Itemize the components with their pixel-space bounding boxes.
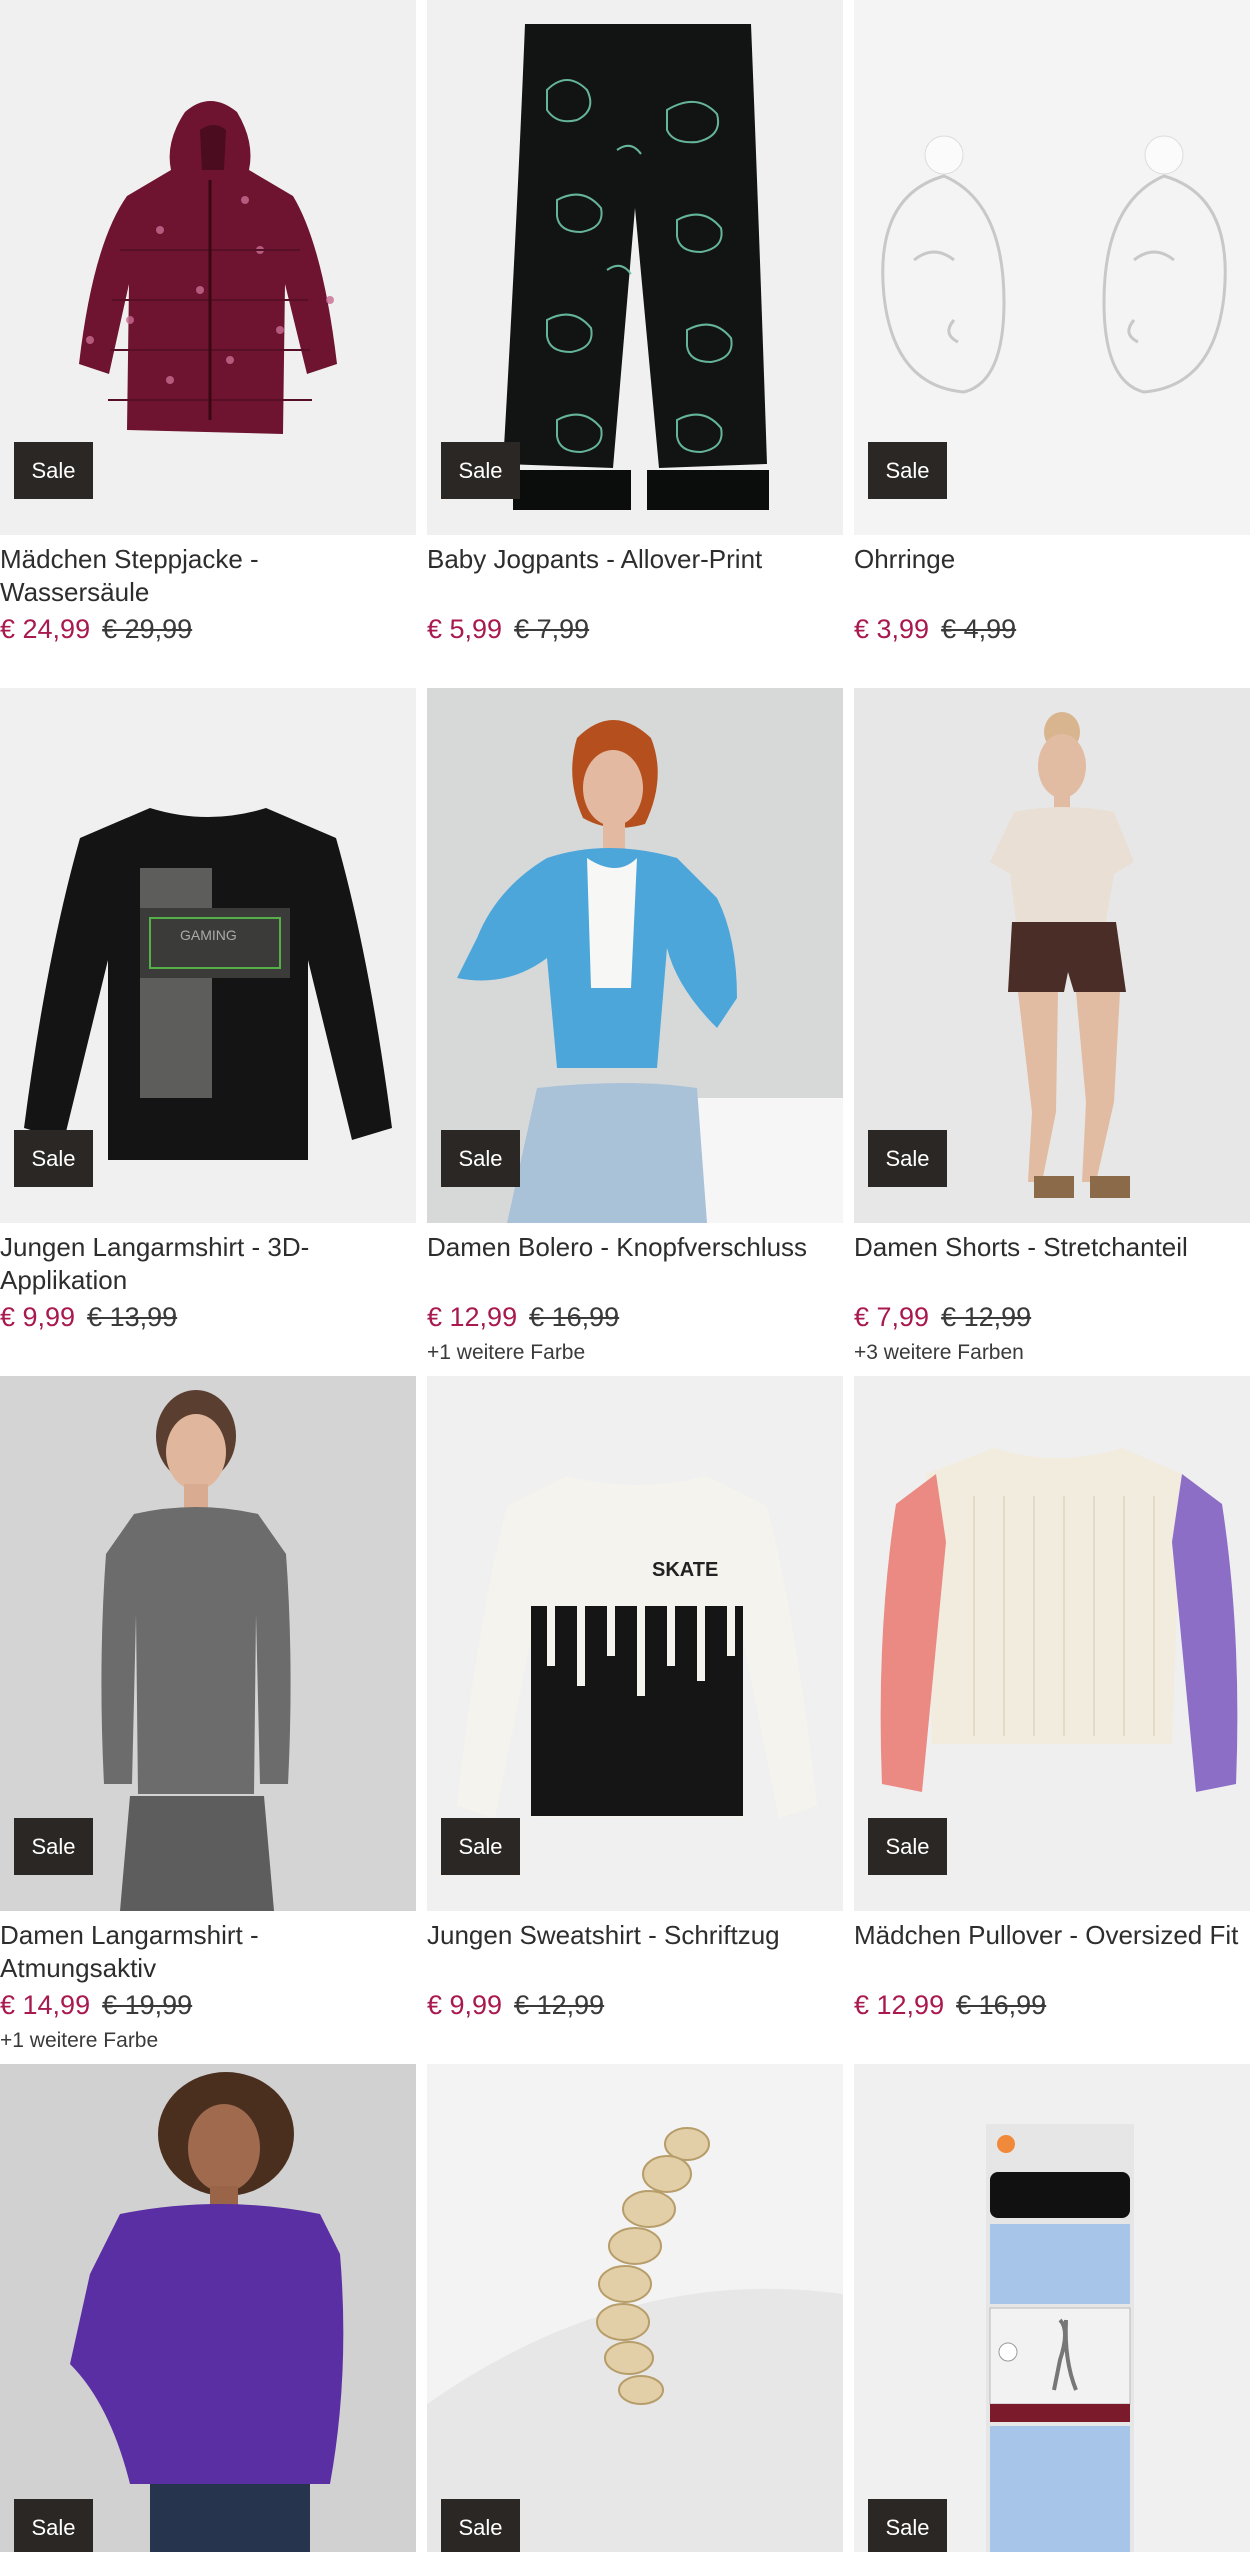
sale-badge: Sale [868,2499,947,2552]
product-title[interactable]: Ohrringe [854,543,1250,609]
sale-badge: Sale [441,1130,520,1187]
product-card[interactable]: GAMING Sale Jungen Langarmshirt - 3D-App… [0,688,416,1376]
more-colors-note[interactable]: +1 weitere Farbe [427,1338,843,1368]
original-price: € 13,99 [87,1302,178,1332]
original-price: € 19,99 [102,1990,193,2020]
sale-price: € 3,99 [854,614,930,644]
price-row: € 5,99 € 7,99 [427,612,843,646]
product-image[interactable]: Sale [854,0,1250,535]
product-title[interactable]: Damen Bolero - Knopfverschluss [427,1231,843,1297]
sale-badge: Sale [14,2499,93,2552]
price-row: € 9,99 € 12,99 [427,1988,843,2022]
product-image[interactable]: GAMING Sale [0,688,416,1223]
product-card[interactable]: Sale Mädchen Pullover - Oversized Fit € … [854,1376,1250,2064]
product-image[interactable]: Sale [427,0,843,535]
sale-price: € 9,99 [427,1990,503,2020]
sale-badge: Sale [441,442,520,499]
product-title[interactable]: Jungen Sweatshirt - Schriftzug [427,1919,843,1985]
product-card[interactable]: Sale Damen Langarmshirt - Atmungsaktiv €… [0,1376,416,2064]
sale-price: € 24,99 [0,614,91,644]
price-row: € 12,99 € 16,99 [854,1988,1250,2022]
sale-price: € 12,99 [854,1990,945,2020]
rope-bracelet-image [427,2064,843,2552]
sale-badge: Sale [441,1818,520,1875]
original-price: € 12,99 [514,1990,605,2020]
svg-text:GAMING: GAMING [180,927,237,943]
more-colors-note[interactable]: +1 weitere Farbe [0,2026,416,2056]
price-row: € 24,99 € 29,99 [0,612,416,646]
sale-badge: Sale [14,442,93,499]
original-price: € 4,99 [941,614,1017,644]
product-title[interactable]: Baby Jogpants - Allover-Print [427,543,843,609]
product-card[interactable]: Sale Mädchen Steppjacke - Wassersäule € … [0,0,416,688]
product-image[interactable]: Sale [854,2064,1250,2552]
price-row: € 3,99 € 4,99 [854,612,1250,646]
product-image[interactable]: Sale [0,0,416,535]
price-row: € 7,99 € 12,99 [854,1300,1250,1334]
sale-price: € 12,99 [427,1302,518,1332]
purple-shirt-image [0,2064,416,2552]
product-card[interactable]: SKATE Sale Jungen Sweatshirt - Schriftzu… [427,1376,843,2064]
sale-badge: Sale [868,442,947,499]
product-title[interactable]: Mädchen Pullover - Oversized Fit [854,1919,1250,1985]
product-card[interactable]: Sale Ohrringe € 3,99 € 4,99 [854,0,1250,688]
sale-price: € 9,99 [0,1302,76,1332]
product-card[interactable]: Sale [854,2064,1250,2552]
svg-text:SKATE: SKATE [652,1559,718,1581]
product-card[interactable]: Sale [427,2064,843,2552]
sale-price: € 7,99 [854,1302,930,1332]
product-image[interactable]: Sale [854,1376,1250,1911]
product-image[interactable]: Sale [0,2064,416,2552]
product-image[interactable]: SKATE Sale [427,1376,843,1911]
sale-price: € 14,99 [0,1990,91,2020]
sale-badge: Sale [441,2499,520,2552]
sale-badge: Sale [868,1818,947,1875]
product-image[interactable]: Sale [0,1376,416,1911]
original-price: € 29,99 [102,614,193,644]
original-price: € 12,99 [941,1302,1032,1332]
original-price: € 7,99 [514,614,590,644]
more-colors-note[interactable]: +3 weitere Farben [854,1338,1250,1368]
price-row: € 14,99 € 19,99 [0,1988,416,2022]
original-price: € 16,99 [956,1990,1047,2020]
product-card[interactable]: Sale Damen Shorts - Stretchanteil € 7,99… [854,688,1250,1376]
sale-badge: Sale [868,1130,947,1187]
price-row: € 9,99 € 13,99 [0,1300,416,1334]
sale-badge: Sale [14,1818,93,1875]
product-card[interactable]: Sale Baby Jogpants - Allover-Print € 5,9… [427,0,843,688]
product-card[interactable]: Sale [0,2064,416,2552]
leggings-pack-image [854,2064,1250,2552]
product-title[interactable]: Damen Shorts - Stretchanteil [854,1231,1250,1297]
product-title[interactable]: Mädchen Steppjacke - Wassersäule [0,543,416,609]
sale-price: € 5,99 [427,614,503,644]
product-card[interactable]: Sale Damen Bolero - Knopfverschluss € 12… [427,688,843,1376]
original-price: € 16,99 [529,1302,620,1332]
product-title[interactable]: Damen Langarmshirt - Atmungsaktiv [0,1919,416,1985]
product-image[interactable]: Sale [854,688,1250,1223]
sale-badge: Sale [14,1130,93,1187]
product-title[interactable]: Jungen Langarmshirt - 3D-Applikation [0,1231,416,1297]
product-image[interactable]: Sale [427,688,843,1223]
product-grid: Sale Mädchen Steppjacke - Wassersäule € … [0,0,1250,2552]
product-image[interactable]: Sale [427,2064,843,2552]
price-row: € 12,99 € 16,99 [427,1300,843,1334]
